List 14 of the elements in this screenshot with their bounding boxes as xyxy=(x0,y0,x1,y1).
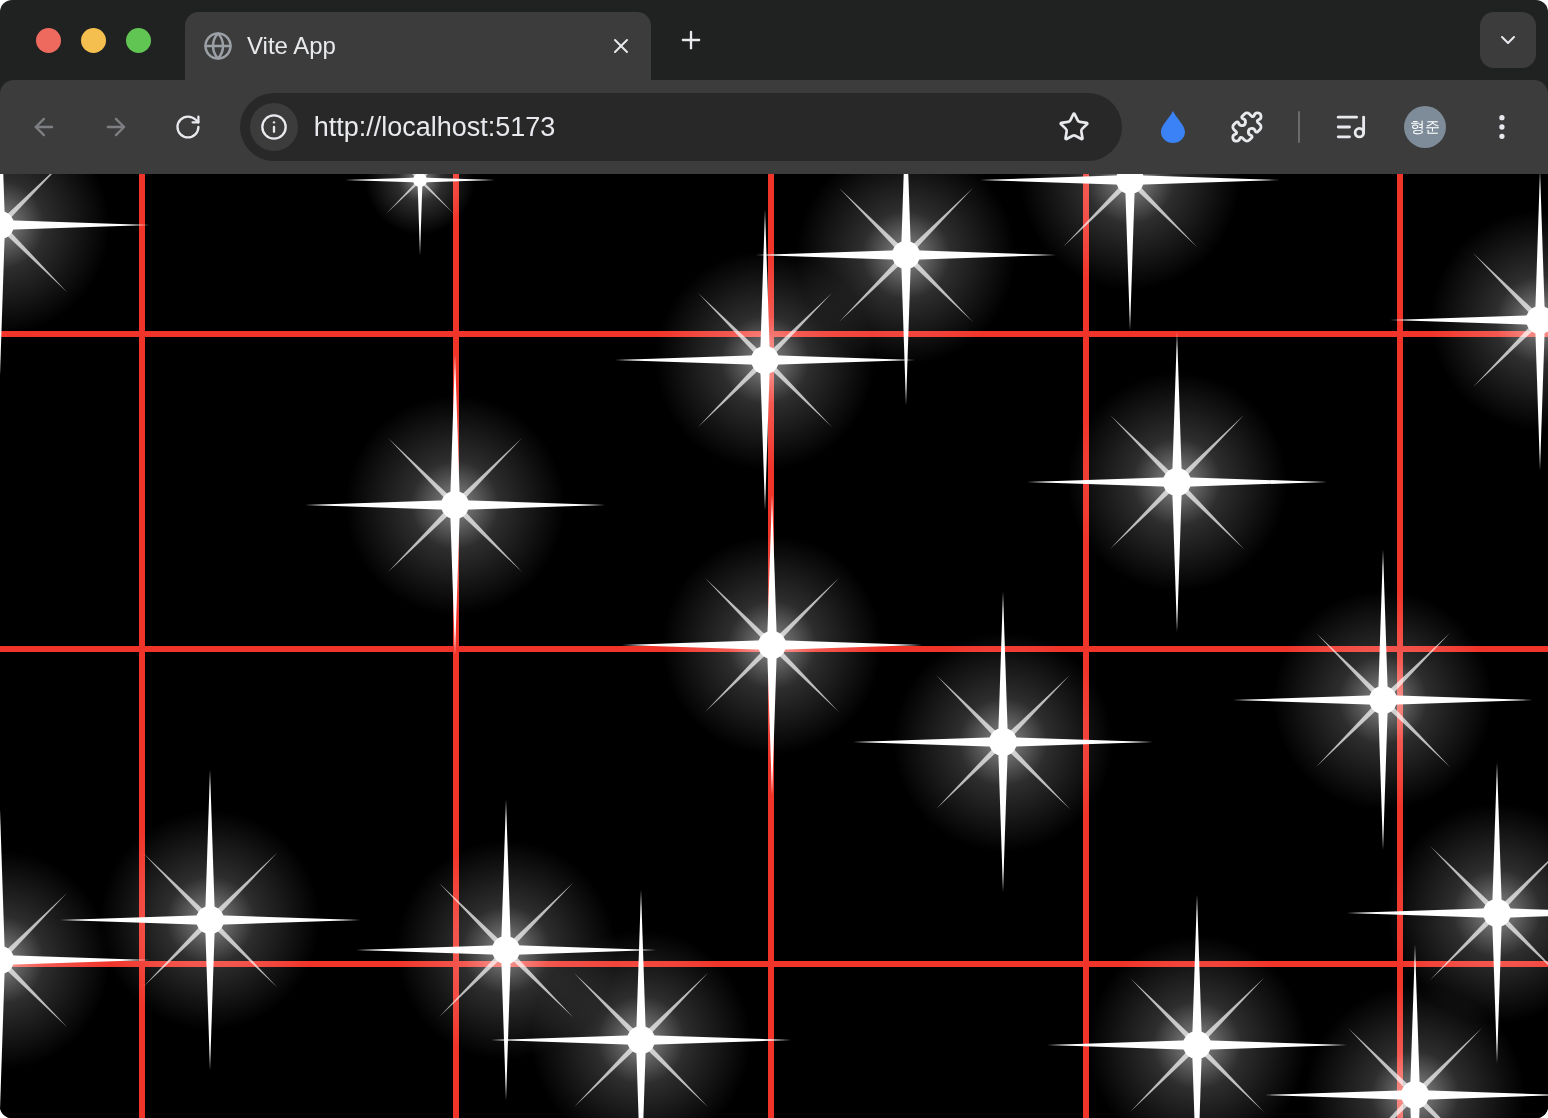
puzzle-piece-icon[interactable] xyxy=(1229,110,1264,144)
site-info-button[interactable] xyxy=(249,103,298,151)
bookmark-star-icon[interactable] xyxy=(1057,111,1090,143)
info-icon xyxy=(259,113,288,141)
address-bar[interactable]: http://localhost:5173 xyxy=(239,93,1122,161)
tab-title: Vite App xyxy=(247,31,337,61)
close-window-button[interactable] xyxy=(36,27,61,53)
minimize-window-button[interactable] xyxy=(81,27,106,53)
browser-tab[interactable]: Vite App xyxy=(185,12,651,80)
globe-icon xyxy=(203,31,233,61)
maximize-window-button[interactable] xyxy=(126,27,151,53)
water-drop-icon[interactable] xyxy=(1159,111,1186,143)
url-text: http://localhost:5173 xyxy=(313,110,557,144)
reload-icon[interactable] xyxy=(173,113,202,141)
